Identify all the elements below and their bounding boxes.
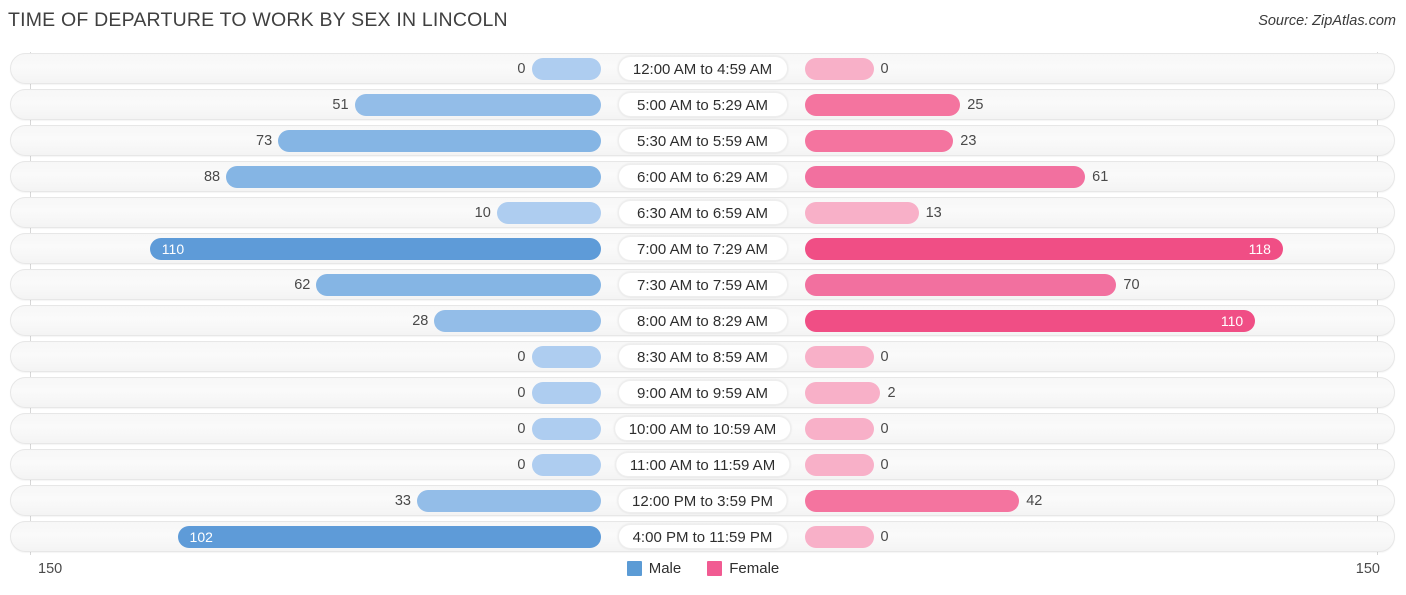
- bar-value-female: 118: [1248, 241, 1271, 257]
- bar-male[interactable]: [177, 526, 601, 548]
- chart-container: TIME OF DEPARTURE TO WORK BY SEX IN LINC…: [0, 0, 1406, 595]
- bar-value-female: 70: [1123, 277, 1140, 293]
- bar-value-male: 102: [189, 529, 213, 545]
- bar-male[interactable]: [531, 382, 601, 404]
- category-label: 10:00 AM to 10:59 AM: [613, 416, 792, 441]
- category-label: 9:00 AM to 9:59 AM: [617, 380, 788, 405]
- legend-item-male[interactable]: Male: [626, 560, 682, 577]
- bar-male[interactable]: [531, 418, 601, 440]
- bar-male[interactable]: [226, 166, 601, 188]
- bar-value-male: 0: [517, 457, 526, 473]
- legend-swatch-icon: [626, 561, 642, 576]
- bar-male[interactable]: [417, 490, 601, 512]
- bar-value-female: 0: [880, 529, 889, 545]
- bar-male[interactable]: [531, 58, 601, 80]
- bar-value-female: 13: [925, 205, 942, 221]
- bar-female[interactable]: [804, 58, 874, 80]
- bar-value-male: 0: [517, 349, 526, 365]
- page-title: TIME OF DEPARTURE TO WORK BY SEX IN LINC…: [8, 9, 508, 31]
- bar-value-male: 0: [517, 61, 526, 77]
- chart-row: 0 0 11:00 AM to 11:59 AM: [10, 449, 1395, 480]
- bar-male[interactable]: [316, 274, 601, 296]
- bar-female[interactable]: [804, 166, 1086, 188]
- bar-value-male: 73: [256, 133, 273, 149]
- bar-value-female: 0: [880, 457, 889, 473]
- chart-row: 62 70 7:30 AM to 7:59 AM: [10, 269, 1395, 300]
- bar-value-female: 23: [960, 133, 977, 149]
- bar-female[interactable]: [804, 454, 874, 476]
- chart-legend: Male Female: [0, 560, 1406, 577]
- legend-item-female[interactable]: Female: [707, 560, 779, 577]
- bar-value-female: 110: [1220, 313, 1244, 329]
- bar-female[interactable]: [804, 202, 919, 224]
- bar-value-male: 88: [203, 169, 221, 185]
- bar-value-male: 0: [517, 385, 526, 401]
- category-label: 11:00 AM to 11:59 AM: [614, 452, 791, 477]
- chart-row: 102 0 4:00 PM to 11:59 PM: [10, 521, 1395, 552]
- bar-male[interactable]: [531, 454, 601, 476]
- category-label: 8:00 AM to 8:29 AM: [617, 308, 788, 333]
- chart-row: 110 118 7:00 AM to 7:29 AM: [10, 233, 1395, 264]
- bar-female[interactable]: [804, 274, 1117, 296]
- bar-female[interactable]: [804, 130, 954, 152]
- bar-male[interactable]: [496, 202, 601, 224]
- bar-value-male: 110: [161, 241, 185, 257]
- bar-male[interactable]: [149, 238, 601, 260]
- bar-female[interactable]: [804, 310, 1256, 332]
- category-label: 7:30 AM to 7:59 AM: [617, 272, 788, 297]
- bar-female[interactable]: [804, 238, 1283, 260]
- category-label: 7:00 AM to 7:29 AM: [617, 236, 788, 261]
- plot-area: 0 0 12:00 AM to 4:59 AM 51 25 5:00 AM to 5:29…: [0, 52, 1406, 555]
- chart-row: 10 13 6:30 AM to 6:59 AM: [10, 197, 1395, 228]
- legend-label: Female: [729, 560, 780, 577]
- legend-label: Male: [648, 560, 682, 577]
- bar-value-male: 62: [294, 277, 311, 293]
- chart-row: 73 23 5:30 AM to 5:59 AM: [10, 125, 1395, 156]
- bar-value-female: 0: [880, 349, 889, 365]
- category-label: 12:00 PM to 3:59 PM: [617, 488, 788, 513]
- category-label: 4:00 PM to 11:59 PM: [617, 524, 788, 549]
- bar-value-female: 2: [887, 385, 896, 401]
- bar-male[interactable]: [278, 130, 601, 152]
- category-label: 8:30 AM to 8:59 AM: [617, 344, 788, 369]
- chart-row: 33 42 12:00 PM to 3:59 PM: [10, 485, 1395, 516]
- bar-value-male: 51: [332, 97, 349, 113]
- bar-value-female: 61: [1092, 169, 1109, 185]
- chart-row: 0 2 9:00 AM to 9:59 AM: [10, 377, 1395, 408]
- chart-row: 0 0 10:00 AM to 10:59 AM: [10, 413, 1395, 444]
- bar-female[interactable]: [804, 94, 961, 116]
- chart-row: 28 110 8:00 AM to 8:29 AM: [10, 305, 1395, 336]
- bar-value-female: 42: [1026, 493, 1043, 509]
- chart-row: 0 0 8:30 AM to 8:59 AM: [10, 341, 1395, 372]
- bar-value-female: 0: [880, 421, 889, 437]
- chart-row: 51 25 5:00 AM to 5:29 AM: [10, 89, 1395, 120]
- bar-value-male: 10: [474, 205, 491, 221]
- category-label: 5:00 AM to 5:29 AM: [617, 92, 788, 117]
- bar-male[interactable]: [354, 94, 601, 116]
- category-label: 6:00 AM to 6:29 AM: [617, 164, 788, 189]
- bar-male[interactable]: [531, 346, 601, 368]
- legend-swatch-icon: [707, 561, 723, 576]
- bar-male[interactable]: [434, 310, 601, 332]
- chart-row: 0 0 12:00 AM to 4:59 AM: [10, 53, 1395, 84]
- source-attribution: Source: ZipAtlas.com: [1258, 13, 1396, 29]
- category-label: 6:30 AM to 6:59 AM: [617, 200, 788, 225]
- bar-value-male: 33: [394, 493, 411, 509]
- bar-female[interactable]: [804, 382, 881, 404]
- bar-female[interactable]: [804, 418, 874, 440]
- bar-value-female: 0: [880, 61, 889, 77]
- bar-female[interactable]: [804, 526, 874, 548]
- category-label: 12:00 AM to 4:59 AM: [617, 56, 788, 81]
- bar-female[interactable]: [804, 490, 1020, 512]
- bar-female[interactable]: [804, 346, 874, 368]
- bar-value-male: 28: [412, 313, 429, 329]
- bar-value-male: 0: [517, 421, 526, 437]
- chart-row: 88 61 6:00 AM to 6:29 AM: [10, 161, 1395, 192]
- category-label: 5:30 AM to 5:59 AM: [617, 128, 788, 153]
- bar-value-female: 25: [967, 97, 984, 113]
